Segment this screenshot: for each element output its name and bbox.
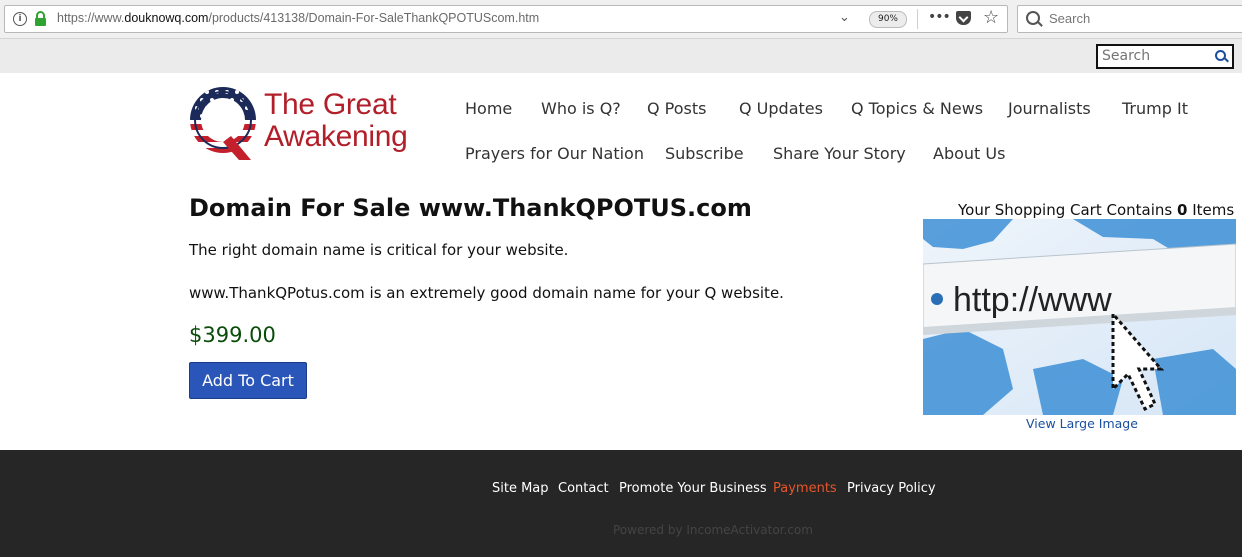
nav-journalists[interactable]: Journalists xyxy=(1008,99,1091,118)
logo-line2: Awakening xyxy=(264,120,408,153)
cart-suffix: Items xyxy=(1187,201,1235,219)
nav-prayers[interactable]: Prayers for Our Nation xyxy=(465,144,644,163)
zoom-indicator[interactable]: 90% xyxy=(869,11,907,28)
add-to-cart-button[interactable]: Add To Cart xyxy=(189,362,307,399)
product-description-2: www.ThankQPotus.com is an extremely good… xyxy=(189,284,784,302)
image-address-text: http://www xyxy=(953,281,1112,319)
url-text[interactable]: https://www.douknowq.com/products/413138… xyxy=(57,11,539,25)
view-large-image-link[interactable]: View Large Image xyxy=(1026,416,1138,431)
browser-toolbar: i https://www.douknowq.com/products/4131… xyxy=(0,0,1242,39)
shopping-cart-status[interactable]: Your Shopping Cart Contains 0 Items xyxy=(958,201,1234,219)
cart-count: 0 xyxy=(1176,201,1188,219)
site-logo[interactable]: The Great Awakening xyxy=(189,84,429,166)
world-map-browser-image: http://www xyxy=(923,219,1236,415)
browser-search-field[interactable]: Search xyxy=(1017,5,1242,33)
nav-who-is-q[interactable]: Who is Q? xyxy=(541,99,621,118)
lock-icon xyxy=(35,11,46,26)
product-description-1: The right domain name is critical for yo… xyxy=(189,241,569,259)
site-footer: Site Map Contact Promote Your Business P… xyxy=(0,450,1242,557)
site-search xyxy=(1096,44,1234,69)
nav-subscribe[interactable]: Subscribe xyxy=(665,144,744,163)
powered-by[interactable]: Powered by IncomeActivator.com xyxy=(613,523,813,537)
search-icon[interactable] xyxy=(1215,50,1226,61)
footer-privacy-policy[interactable]: Privacy Policy xyxy=(847,481,936,496)
more-actions-icon[interactable]: ••• xyxy=(928,9,951,25)
cart-prefix: Your Shopping Cart Contains xyxy=(958,201,1177,219)
nav-q-topics-news[interactable]: Q Topics & News xyxy=(851,99,983,118)
footer-site-map[interactable]: Site Map xyxy=(492,481,549,496)
nav-q-updates[interactable]: Q Updates xyxy=(739,99,823,118)
nav-home[interactable]: Home xyxy=(465,99,512,118)
footer-payments[interactable]: Payments xyxy=(773,481,837,496)
nav-about-us[interactable]: About Us xyxy=(933,144,1005,163)
nav-share-your-story[interactable]: Share Your Story xyxy=(773,144,906,163)
address-bar[interactable]: i https://www.douknowq.com/products/4131… xyxy=(4,5,1008,33)
search-icon xyxy=(1026,11,1040,25)
footer-contact[interactable]: Contact xyxy=(558,481,609,496)
divider xyxy=(917,9,918,29)
nav-q-posts[interactable]: Q Posts xyxy=(647,99,707,118)
browser-search-placeholder: Search xyxy=(1049,11,1091,26)
footer-promote-business[interactable]: Promote Your Business xyxy=(619,481,767,496)
logo-line1: The Great xyxy=(264,88,397,121)
page-title: Domain For Sale www.ThankQPOTUS.com xyxy=(189,194,752,222)
nav-trump-it[interactable]: Trump It xyxy=(1122,99,1188,118)
q-flag-logo-icon xyxy=(190,87,256,160)
product-image[interactable]: http://www xyxy=(923,219,1236,415)
chevron-down-icon[interactable]: ⌄ xyxy=(839,10,850,25)
bookmark-star-icon[interactable]: ☆ xyxy=(983,7,999,28)
site-search-input[interactable] xyxy=(1102,47,1210,65)
pocket-icon[interactable] xyxy=(956,11,971,25)
site-top-strip xyxy=(0,39,1242,73)
product-price: $399.00 xyxy=(189,323,276,347)
info-icon[interactable]: i xyxy=(13,12,27,26)
